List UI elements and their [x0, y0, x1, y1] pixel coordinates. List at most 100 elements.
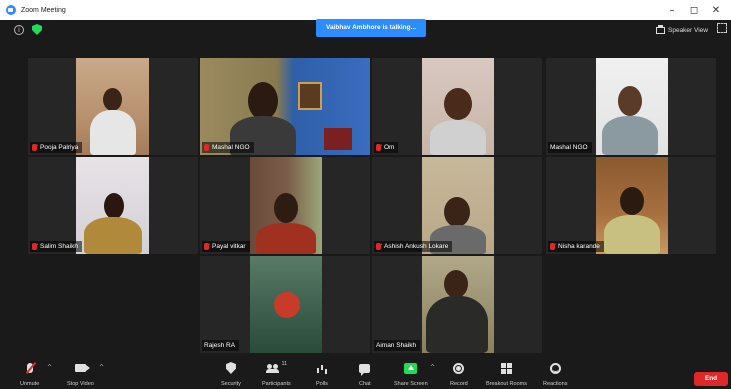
participant-video — [250, 256, 322, 353]
meeting-toolbar: Unmute ^ Stop Video ^ Security 11 Partic… — [0, 360, 731, 389]
participant-head — [620, 187, 644, 215]
wall-object — [324, 128, 352, 150]
participant-video — [200, 58, 370, 155]
participant-head — [618, 86, 642, 116]
breakout-rooms-button[interactable]: Breakout Rooms — [486, 361, 527, 387]
share-screen-icon — [404, 362, 418, 374]
mic-muted-icon — [26, 363, 33, 373]
maximize-button[interactable]: ◻ — [683, 5, 705, 16]
video-tile[interactable]: Salim Shaikh — [28, 157, 198, 254]
wall-frame — [298, 82, 322, 110]
video-tile[interactable]: Mashal NGO — [546, 58, 716, 155]
participant-video — [250, 157, 322, 254]
participant-name: Rajesh RA — [204, 342, 236, 349]
participants-icon — [265, 363, 280, 373]
video-tile[interactable]: Om — [372, 58, 542, 155]
participant-body — [84, 217, 142, 254]
participant-video — [422, 157, 494, 254]
chat-button[interactable]: Chat — [359, 361, 371, 387]
mic-muted-icon — [204, 243, 209, 250]
participant-name: Payal vitkar — [212, 243, 246, 250]
share-options-caret[interactable]: ^ — [430, 364, 435, 371]
security-button[interactable]: Security — [221, 361, 241, 387]
participant-name: Ashish Ankush Lokare — [384, 243, 449, 250]
unmute-label: Unmute — [20, 381, 40, 387]
stop-video-label: Stop Video — [67, 381, 94, 387]
video-tile[interactable]: Mashal NGO — [200, 58, 370, 155]
participant-name: Aiman Shaikh — [376, 342, 417, 349]
end-meeting-button[interactable]: End — [694, 372, 728, 386]
participant-head — [444, 197, 470, 227]
video-tile[interactable]: Payal vitkar — [200, 157, 370, 254]
audio-options-caret[interactable]: ^ — [47, 364, 52, 371]
participant-body — [256, 223, 316, 254]
video-camera-icon — [74, 364, 90, 372]
participant-name-tag: Payal vitkar — [202, 241, 250, 252]
participant-head — [248, 82, 278, 120]
video-tile[interactable]: Aiman Shaikh — [372, 256, 542, 353]
participant-video — [596, 58, 668, 155]
security-shield-icon — [225, 362, 236, 374]
participant-head — [103, 88, 122, 111]
video-tile[interactable]: Pooja Palriya — [28, 58, 198, 155]
close-button[interactable]: ✕ — [705, 5, 727, 16]
mic-muted-icon — [550, 243, 555, 250]
polls-button[interactable]: Polls — [316, 361, 328, 387]
video-tile[interactable]: Rajesh RA — [200, 256, 370, 353]
active-speaker-banner: Vaibhav Ambhore is talking... — [316, 19, 426, 37]
zoom-app-icon — [6, 5, 16, 15]
video-tile[interactable]: Nisha karande — [546, 157, 716, 254]
mic-muted-icon — [376, 243, 381, 250]
fullscreen-icon[interactable] — [717, 23, 727, 33]
chat-icon — [359, 363, 371, 376]
chat-label: Chat — [359, 381, 371, 387]
participant-name-tag: Ashish Ankush Lokare — [374, 241, 453, 252]
participant-video — [76, 157, 149, 254]
participant-name-tag: Aiman Shaikh — [374, 340, 421, 351]
mic-muted-icon — [204, 144, 209, 151]
participant-name-tag: Nisha karande — [548, 241, 604, 252]
participant-head — [444, 88, 472, 120]
participant-name: Nisha karande — [558, 243, 600, 250]
record-label: Record — [450, 381, 468, 387]
mic-muted-icon — [32, 243, 37, 250]
participant-video — [422, 58, 494, 155]
video-tile[interactable]: Ashish Ankush Lokare — [372, 157, 542, 254]
participant-body — [604, 215, 660, 254]
participant-name-tag: Pooja Palriya — [30, 142, 83, 153]
window-titlebar: Zoom Meeting – ◻ ✕ — [0, 0, 731, 20]
participant-name-tag: Mashal NGO — [548, 142, 592, 153]
breakout-rooms-icon — [500, 362, 512, 374]
reactions-icon — [549, 362, 561, 374]
participant-name: Mashal NGO — [212, 144, 250, 151]
participants-count: 11 — [281, 361, 288, 367]
window-controls: – ◻ ✕ — [661, 0, 727, 20]
minimize-button[interactable]: – — [661, 5, 683, 16]
participant-head — [274, 193, 298, 223]
polls-icon — [316, 363, 327, 373]
participant-head — [444, 270, 468, 298]
participant-body — [602, 116, 658, 155]
share-screen-label: Share Screen — [394, 381, 428, 387]
participants-button[interactable]: 11 Participants — [262, 361, 291, 387]
participant-name: Salim Shaikh — [40, 243, 78, 250]
record-icon — [453, 362, 465, 374]
participant-name: Mashal NGO — [550, 144, 588, 151]
video-options-caret[interactable]: ^ — [99, 364, 104, 371]
participant-name-tag: Rajesh RA — [202, 340, 240, 351]
meeting-info-icon[interactable]: i — [14, 25, 24, 35]
participant-body — [90, 110, 136, 155]
participant-thumb-blur — [274, 292, 300, 318]
participant-name-tag: Mashal NGO — [202, 142, 254, 153]
polls-label: Polls — [316, 381, 328, 387]
participant-video — [422, 256, 494, 353]
reactions-button[interactable]: Reactions — [543, 361, 567, 387]
share-screen-button[interactable]: Share Screen — [394, 361, 428, 387]
participant-body — [430, 120, 486, 155]
stop-video-button[interactable]: Stop Video — [67, 361, 94, 387]
record-button[interactable]: Record — [450, 361, 468, 387]
security-label: Security — [221, 381, 241, 387]
unmute-button[interactable]: Unmute — [20, 361, 39, 387]
speaker-view-button[interactable]: Speaker View — [656, 24, 708, 36]
participant-video — [76, 58, 149, 155]
